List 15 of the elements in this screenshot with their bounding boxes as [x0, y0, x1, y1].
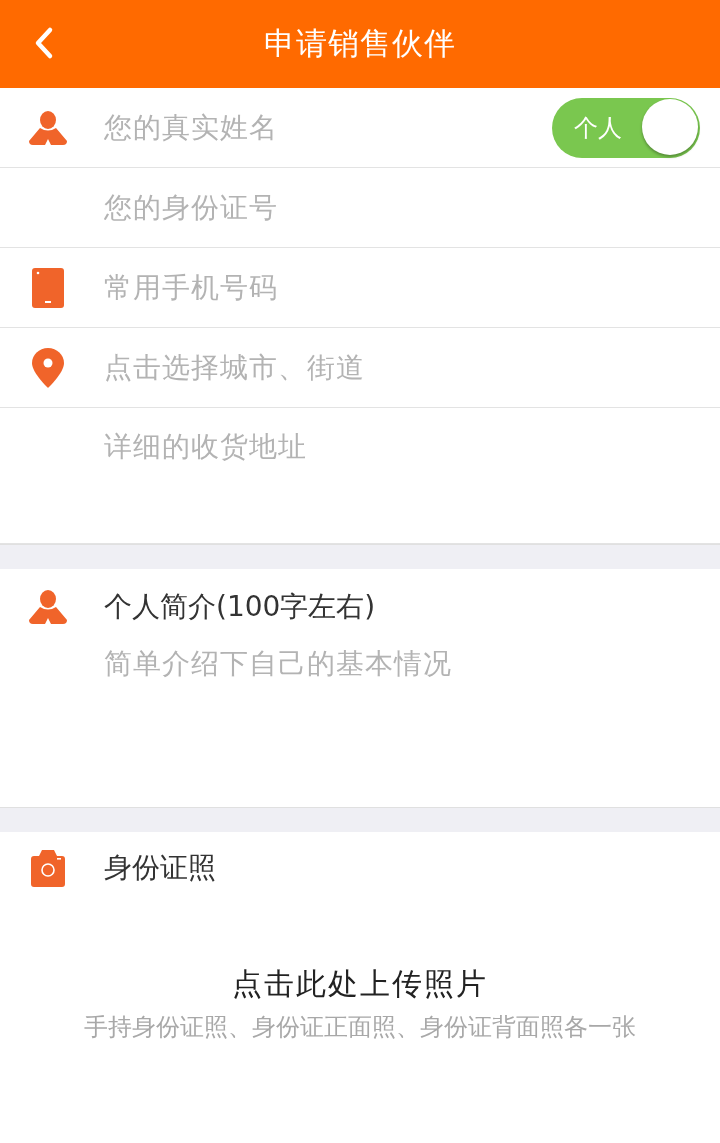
camera-icon: [31, 849, 65, 887]
section-title: 身份证照: [104, 850, 216, 886]
intro-field[interactable]: 简单介绍下自己的基本情况: [104, 645, 684, 765]
location-pin-icon: [32, 347, 64, 388]
tablet-icon: [32, 267, 64, 308]
page-title: 申请销售伙伴: [264, 24, 456, 63]
person-icon: [29, 110, 67, 145]
input-field[interactable]: 点击选择城市、街道: [104, 345, 720, 390]
person-icon: [29, 590, 67, 624]
address-field[interactable]: 详细的收货地址: [104, 428, 720, 528]
section-title: 个人简介(100字左右): [104, 589, 376, 625]
input-field[interactable]: 常用手机号码: [104, 265, 720, 310]
upload-photo-button[interactable]: 点击此处上传照片: [232, 964, 488, 1005]
input-field[interactable]: 您的身份证号: [104, 185, 720, 230]
hint-text: 手持身份证照、身份证正面照、身份证背面照各一张: [84, 1012, 636, 1043]
